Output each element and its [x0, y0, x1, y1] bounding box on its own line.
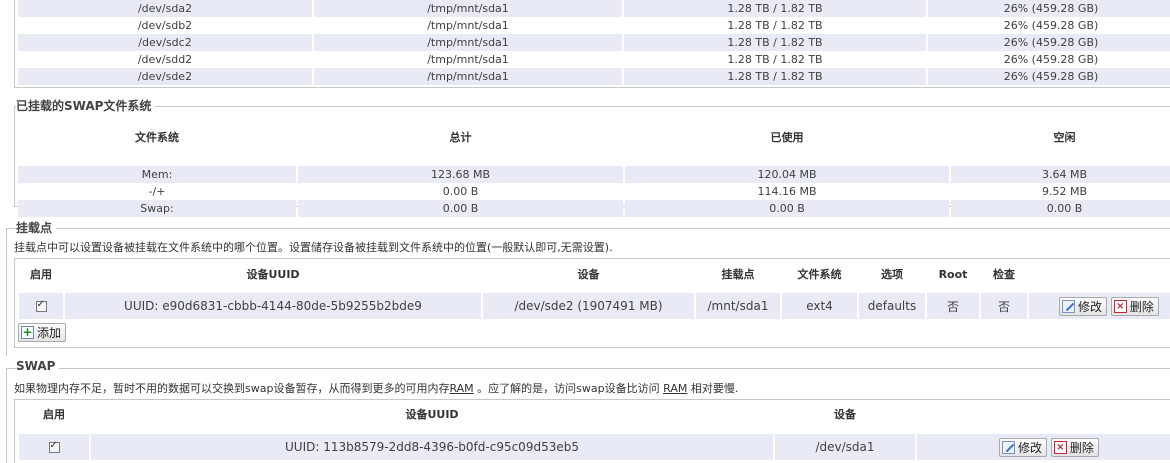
table-row: /dev/sdc2/tmp/mnt/sda1 1.28 TB / 1.82 TB 2… — [18, 34, 1170, 51]
swap-fs-free: 9.52 MB — [1041, 185, 1088, 198]
mount-points-section: 启用 设备UUID 设备 挂载点 文件系统 选项 Root 检查 UUID: e… — [14, 258, 1170, 348]
col-header-uuid: 设备UUID — [246, 268, 300, 281]
fs-device: /dev/sda2 — [18, 0, 312, 17]
swap-fs-free: 3.64 MB — [951, 166, 1170, 183]
fs-free: 26% (459.28 GB) — [1003, 19, 1099, 32]
checkbox-checked-icon[interactable] — [35, 299, 47, 312]
add-button[interactable]: + 添加 — [18, 323, 67, 342]
table-row: Swap: 0.00 B 0.00 B 0.00 B — [18, 200, 1170, 217]
table-row: -/+ 0.00 B 114.16 MB 9.52 MB — [18, 183, 1170, 200]
fs-device: /dev/sdd2 — [137, 53, 193, 66]
col-header-options: 选项 — [881, 268, 903, 281]
col-header: 总计 — [449, 131, 472, 144]
delete-icon: × — [1113, 299, 1127, 313]
col-header: 已使用 — [770, 131, 804, 144]
swap-uuid: UUID: 113b8579-2dd8-4396-b0fd-c95c09d53e… — [91, 434, 773, 460]
fs-mountpoint: /tmp/mnt/sda1 — [314, 68, 622, 85]
swap-fs-used: 120.04 MB — [625, 166, 949, 183]
col-header-filesystem: 文件系统 — [797, 268, 842, 281]
fs-usage: 1.28 TB / 1.82 TB — [624, 34, 926, 51]
swap-fs-free: 0.00 B — [951, 200, 1170, 217]
fs-device: /dev/sdc2 — [18, 34, 312, 51]
mount-points-table: 启用 设备UUID 设备 挂载点 文件系统 选项 Root 检查 UUID: e… — [17, 261, 1170, 319]
fs-usage: 1.28 TB / 1.82 TB — [624, 0, 926, 17]
col-header-device: 设备 — [834, 408, 856, 421]
edit-button[interactable]: 修改 — [999, 437, 1048, 457]
swap-fs-name: Swap: — [18, 200, 296, 217]
mount-uuid: UUID: e90d6831-cbbb-4144-80de-5b9255b2bd… — [65, 293, 481, 319]
col-header: 文件系统 — [135, 131, 179, 144]
mounted-fs-table: /dev/sda2/tmp/mnt/sda1 1.28 TB / 1.82 TB 2… — [16, 0, 1170, 85]
col-header-enable: 启用 — [30, 268, 52, 281]
swap-section: 启用 设备UUID 设备 UUID: 113b8579-2dd8-4396-b0… — [14, 399, 1170, 463]
fs-mountpoint: /tmp/mnt/sda1 — [314, 34, 622, 51]
ram-abbr: RAM — [663, 382, 688, 395]
col-header: 空闲 — [1053, 131, 1076, 144]
swap-fs-name: Mem: — [18, 166, 296, 183]
col-header-actions — [917, 402, 1170, 426]
col-header-uuid: 设备UUID — [405, 408, 459, 421]
fs-usage: 1.28 TB / 1.82 TB — [727, 53, 823, 66]
col-header-root: Root — [938, 267, 968, 281]
mount-options: defaults — [859, 293, 925, 319]
edit-icon — [1002, 440, 1015, 454]
col-header-actions — [1029, 261, 1170, 287]
col-header-enable: 启用 — [43, 408, 65, 421]
fs-device: /dev/sdb2 — [137, 19, 193, 32]
col-header-mountpoint: 挂载点 — [721, 268, 755, 281]
swap-fs-total: 0.00 B — [298, 200, 623, 217]
mount-check: 否 — [981, 293, 1027, 319]
swap-fs-total: 0.00 B — [442, 185, 479, 198]
table-row: /dev/sda2/tmp/mnt/sda1 1.28 TB / 1.82 TB 2… — [18, 0, 1170, 17]
ram-abbr: RAM — [449, 382, 474, 395]
swap-fs-total: 123.68 MB — [298, 166, 623, 183]
table-row: Mem: 123.68 MB 120.04 MB 3.64 MB — [18, 166, 1170, 183]
swap-fs-used: 114.16 MB — [757, 185, 817, 198]
swap-fs-legend: 已挂载的SWAP文件系统 — [16, 97, 156, 114]
edit-icon — [1062, 299, 1075, 313]
table-row: /dev/sdd2/tmp/mnt/sda1 1.28 TB / 1.82 TB 2… — [18, 51, 1170, 68]
add-icon: + — [21, 325, 34, 339]
fs-mountpoint: /tmp/mnt/sda1 — [314, 0, 622, 17]
mount-root: 否 — [927, 293, 979, 319]
delete-icon: × — [1053, 440, 1067, 454]
table-row: UUID: 113b8579-2dd8-4396-b0fd-c95c09d53e… — [19, 434, 1170, 460]
fs-mountpoint: /tmp/mnt/sda1 — [427, 53, 509, 66]
table-row: /dev/sde2/tmp/mnt/sda1 1.28 TB / 1.82 TB 2… — [18, 68, 1170, 85]
fs-mountpoint: /tmp/mnt/sda1 — [427, 19, 509, 32]
mount-points-description: 挂载点中可以设置设备被挂载在文件系统中的哪个位置。设置储存设备被挂载到文件系统中… — [14, 241, 613, 254]
mount-filesystem: ext4 — [782, 293, 857, 319]
table-row: /dev/sdb2/tmp/mnt/sda1 1.28 TB / 1.82 TB 2… — [18, 17, 1170, 34]
fs-free: 26% (459.28 GB) — [928, 0, 1170, 17]
fs-usage: 1.28 TB / 1.82 TB — [624, 68, 926, 85]
fs-free: 26% (459.28 GB) — [928, 34, 1170, 51]
fs-free: 26% (459.28 GB) — [1003, 53, 1099, 66]
mount-point: /mnt/sda1 — [696, 293, 780, 319]
swap-description: 如果物理内存不足，暂时不用的数据可以交换到swap设备暂存，从而得到更多的可用内… — [14, 382, 739, 395]
swap-table: 启用 设备UUID 设备 UUID: 113b8579-2dd8-4396-b0… — [17, 402, 1170, 460]
swap-legend: SWAP — [16, 359, 60, 373]
fs-free: 26% (459.28 GB) — [928, 68, 1170, 85]
delete-button[interactable]: × 删除 — [1110, 296, 1159, 316]
fs-device: /dev/sde2 — [18, 68, 312, 85]
col-header-device: 设备 — [577, 268, 600, 281]
edit-button[interactable]: 修改 — [1059, 296, 1108, 316]
mount-points-legend: 挂载点 — [16, 219, 57, 236]
swap-fs-name: -/+ — [148, 185, 166, 198]
swap-fs-used: 0.00 B — [625, 200, 949, 217]
swap-fs-table: 文件系统 总计 已使用 空闲 Mem: 123.68 MB 120.04 MB 3.64 M… — [16, 125, 1170, 217]
col-header-check: 检查 — [993, 268, 1015, 281]
table-row: UUID: e90d6831-cbbb-4144-80de-5b9255b2bd… — [19, 293, 1170, 319]
delete-button[interactable]: × 删除 — [1050, 437, 1099, 457]
mount-device: /dev/sde2 (1907491 MB) — [483, 293, 694, 319]
fs-usage: 1.28 TB / 1.82 TB — [727, 19, 823, 32]
swap-device: /dev/sda1 — [775, 434, 915, 460]
checkbox-checked-icon[interactable] — [48, 440, 60, 453]
